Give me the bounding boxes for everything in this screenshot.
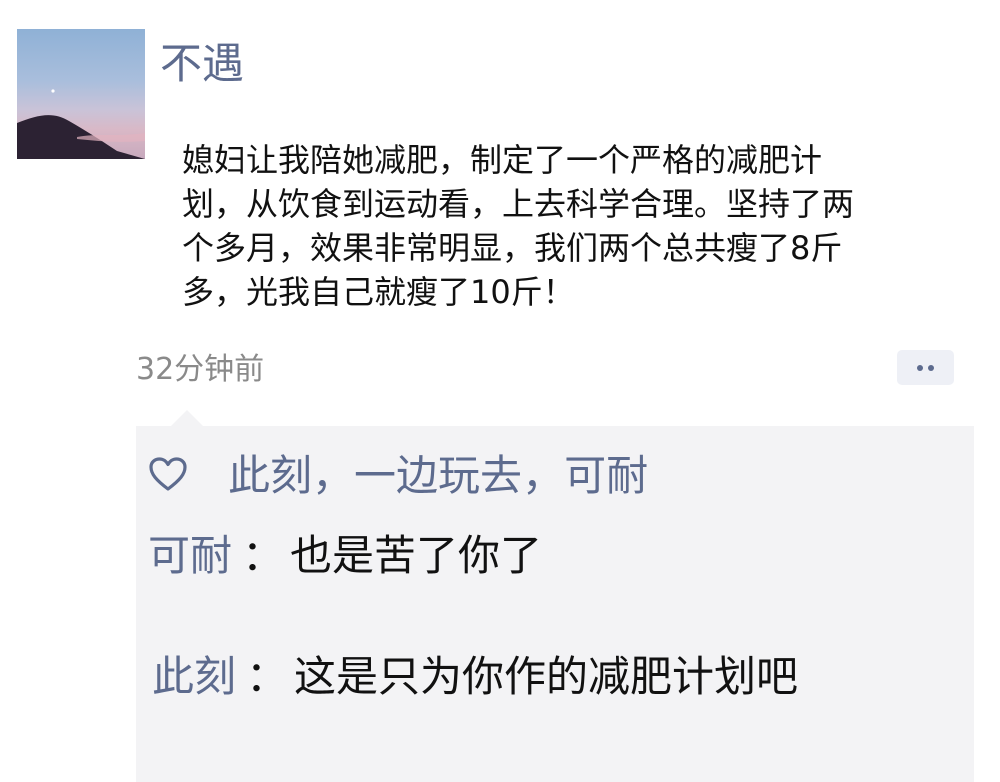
comment-author[interactable]: 此刻 bbox=[152, 652, 236, 701]
avatar[interactable] bbox=[17, 29, 145, 159]
more-dots-icon bbox=[917, 365, 923, 371]
likes-list: 此刻，一边玩去，可耐 bbox=[228, 448, 648, 504]
comment-author[interactable]: 可耐 bbox=[148, 531, 232, 580]
post-author[interactable]: 不遇 bbox=[160, 36, 244, 92]
comment-item[interactable]: 可耐：也是苦了你了 bbox=[148, 528, 542, 584]
heart-icon bbox=[149, 457, 187, 491]
like-name[interactable]: 此刻 bbox=[228, 451, 312, 500]
more-dots-icon-dot bbox=[928, 365, 934, 371]
like-separator: ， bbox=[312, 451, 355, 500]
comment-text: 也是苦了你了 bbox=[290, 531, 543, 580]
post-timestamp: 32分钟前 bbox=[136, 352, 265, 387]
like-name[interactable]: 一边玩去 bbox=[354, 451, 522, 500]
like-name[interactable]: 可耐 bbox=[564, 451, 648, 500]
comment-item[interactable]: 此刻：这是只为你作的减肥计划吧 bbox=[152, 649, 798, 705]
comment-text: 这是只为你作的减肥计划吧 bbox=[294, 652, 799, 701]
comment-separator: ： bbox=[246, 652, 289, 701]
comment-area-pointer bbox=[170, 410, 204, 427]
comment-separator: ： bbox=[242, 531, 285, 580]
avatar-landscape-image bbox=[17, 89, 145, 159]
like-separator: ， bbox=[522, 451, 565, 500]
more-options-button[interactable] bbox=[897, 350, 954, 385]
post-text: 媳妇让我陪她减肥，制定了一个严格的减肥计划，从饮食到运动看，上去科学合理。坚持了… bbox=[182, 141, 855, 311]
